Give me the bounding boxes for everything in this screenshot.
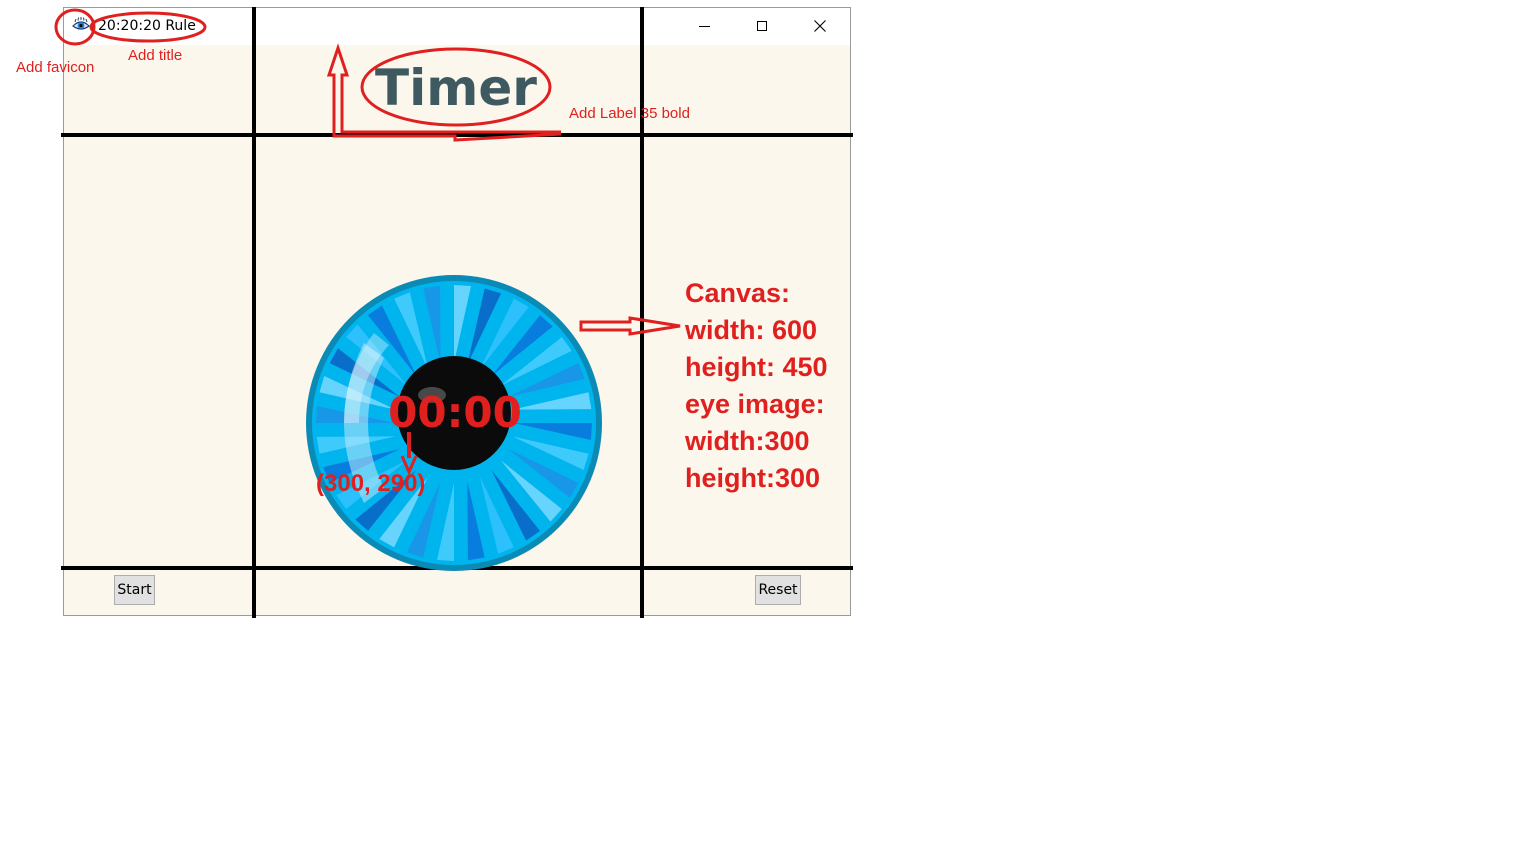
heading-annotation-circle [360, 47, 552, 127]
coordinate-annotation: (300, 290) [316, 470, 426, 497]
canvas-note-line: eye image: [685, 389, 825, 419]
canvas-arrow [579, 316, 681, 336]
canvas-annotation: Canvas: width: 600 height: 450 eye image… [685, 275, 828, 497]
canvas-note-line: height:300 [685, 463, 821, 493]
canvas-note-line: width:300 [685, 426, 810, 456]
title-annotation: Add title [128, 47, 183, 64]
favicon-annotation-circle [54, 8, 96, 46]
title-annotation-circle [89, 11, 207, 43]
canvas-note-line: width: 600 [685, 315, 818, 345]
canvas-note-line: Canvas: [685, 278, 791, 308]
favicon-annotation: Add favicon [16, 59, 95, 76]
label-annotation: Add Label 35 bold [569, 105, 690, 122]
canvas-note-line: height: 450 [685, 352, 828, 382]
